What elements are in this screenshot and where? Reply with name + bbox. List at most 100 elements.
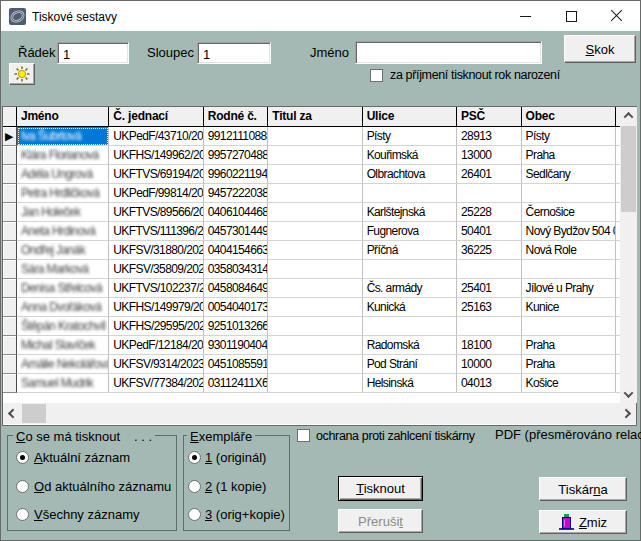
table-row[interactable]: Petra HrdličkováUKPedF/99814/20239457222…	[3, 184, 620, 203]
horizontal-scrollbar[interactable]	[3, 403, 636, 424]
cell-name[interactable]: Štěpán Kratochvíl	[17, 317, 109, 336]
radio-1-original[interactable]	[188, 451, 201, 464]
cell-name[interactable]: Ondřej Janák	[17, 241, 109, 260]
scroll-down-button[interactable]	[620, 386, 637, 403]
cell-name[interactable]: Adéla Ungrová	[17, 165, 109, 184]
cell-rodne[interactable]: 9301190404	[204, 336, 269, 355]
cell-rodne[interactable]: 0457301449	[204, 222, 269, 241]
cell-rodne[interactable]: 9457222038	[204, 184, 269, 203]
table-row[interactable]: Anna DvořákováUKFHS/149979/2023005404017…	[3, 298, 620, 317]
scroll-up-button[interactable]	[620, 107, 637, 124]
row-selector[interactable]	[3, 355, 17, 374]
tiskarna-button[interactable]: Tiskárna	[539, 477, 627, 501]
cell-obec[interactable]	[522, 184, 616, 203]
cell-titul[interactable]	[268, 241, 362, 260]
horizontal-scroll-thumb[interactable]	[22, 404, 46, 423]
cell-psc[interactable]: 13000	[457, 146, 522, 165]
cell-ulice[interactable]	[363, 260, 457, 279]
cell-psc[interactable]: 50401	[457, 222, 522, 241]
cell-name[interactable]: Anna Dvořáková	[17, 298, 109, 317]
scroll-left-button[interactable]	[3, 403, 20, 424]
cell-name[interactable]: Petra Hrdličková	[17, 184, 109, 203]
header-ulice[interactable]: Ulice	[363, 107, 457, 126]
table-row[interactable]: Aneta HrdinováUKFTVS/111396/202304573014…	[3, 222, 620, 241]
close-button[interactable]	[594, 1, 640, 31]
row-selector[interactable]	[3, 260, 17, 279]
header-c-jednaci[interactable]: Č. jednací	[109, 107, 203, 126]
cell-psc[interactable]: 25163	[457, 298, 522, 317]
table-row[interactable]: Štěpán KratochvílUKFHS/29595/20239251013…	[3, 317, 620, 336]
cell-rodne[interactable]: 03112411X6	[204, 374, 269, 393]
cell-name[interactable]: Aneta Hrdinová	[17, 222, 109, 241]
cell-obec[interactable]	[522, 260, 616, 279]
cell-titul[interactable]	[268, 222, 362, 241]
cell-psc[interactable]: 25228	[457, 203, 522, 222]
cell-ulice[interactable]: Helsinská	[363, 374, 457, 393]
table-row[interactable]: Adéla UngrováUKFTVS/69194/20239960221194…	[3, 165, 620, 184]
cell-obec[interactable]: Černošice	[522, 203, 616, 222]
prerusit-button[interactable]: Přerušit	[338, 509, 423, 533]
scroll-right-button[interactable]	[619, 403, 636, 424]
tisknout-button[interactable]: Tisknout	[338, 476, 423, 501]
maximize-button[interactable]	[548, 1, 594, 31]
cell-name[interactable]: Sára Marková	[17, 260, 109, 279]
header-psc[interactable]: PSČ	[457, 107, 522, 126]
cell-psc[interactable]: 18100	[457, 336, 522, 355]
cell-name[interactable]: Denisa Střelcová	[17, 279, 109, 298]
cell-cj[interactable]: UKPedF/12184/2023	[109, 336, 203, 355]
row-selector[interactable]	[3, 146, 17, 165]
row-selector[interactable]	[3, 184, 17, 203]
cell-psc[interactable]: 04013	[457, 374, 522, 393]
cell-titul[interactable]	[268, 165, 362, 184]
cell-name[interactable]: Amálie Nekolářová	[17, 355, 109, 374]
cell-titul[interactable]	[268, 336, 362, 355]
cell-cj[interactable]: UKFHS/149962/2023	[109, 146, 203, 165]
cell-rodne[interactable]: 0404154663	[204, 241, 269, 260]
header-rodne-c[interactable]: Rodné č.	[204, 107, 269, 126]
radio-3-orig-kopie[interactable]	[188, 508, 201, 521]
cell-obec[interactable]: Jílové u Prahy	[522, 279, 616, 298]
cell-cj[interactable]: UKFSV/35809/2023	[109, 260, 203, 279]
cell-ulice[interactable]: Karlštejnská	[363, 203, 457, 222]
cell-name[interactable]: Jan Holeček	[17, 203, 109, 222]
cell-obec[interactable]: Praha	[522, 336, 616, 355]
cell-titul[interactable]	[268, 260, 362, 279]
cell-ulice[interactable]: Čs. armády	[363, 279, 457, 298]
row-selector[interactable]	[3, 298, 17, 317]
cell-psc[interactable]: 25401	[457, 279, 522, 298]
cell-titul[interactable]	[268, 146, 362, 165]
table-row[interactable]: Samuel MudrikUKFSV/77384/202303112411X6H…	[3, 374, 620, 393]
cell-obec[interactable]: Praha	[522, 146, 616, 165]
cell-ulice[interactable]: Kouřimská	[363, 146, 457, 165]
row-selector[interactable]	[3, 279, 17, 298]
cell-ulice[interactable]: Příčná	[363, 241, 457, 260]
cell-psc[interactable]: 26401	[457, 165, 522, 184]
row-selector[interactable]	[3, 336, 17, 355]
cell-rodne[interactable]: 0054040173	[204, 298, 269, 317]
zmiz-button[interactable]: Zmiz	[539, 510, 627, 534]
cell-psc[interactable]	[457, 184, 522, 203]
cell-titul[interactable]	[268, 317, 362, 336]
header-jmeno[interactable]: Jméno	[17, 107, 109, 126]
cell-rodne[interactable]: 0406104468	[204, 203, 269, 222]
table-row[interactable]: Denisa StřelcováUKFTVS/102237/2023045808…	[3, 279, 620, 298]
cell-cj[interactable]: UKFTVS/89566/2023	[109, 203, 203, 222]
cell-ulice[interactable]: Radomská	[363, 336, 457, 355]
cell-name[interactable]: Michal Slavíček	[17, 336, 109, 355]
cell-obec[interactable]	[522, 317, 616, 336]
table-row[interactable]: Amálie NekolářováUKFSV/9314/2023-0451085…	[3, 355, 620, 374]
row-selector[interactable]	[3, 317, 17, 336]
cell-cj[interactable]: UKFTVS/69194/2023	[109, 165, 203, 184]
cell-ulice[interactable]: Písty	[363, 127, 457, 146]
radio-aktualni-zaznam[interactable]	[16, 451, 29, 464]
cell-cj[interactable]: UKFSV/31880/2023	[109, 241, 203, 260]
cell-obec[interactable]: Košice	[522, 374, 616, 393]
cell-titul[interactable]	[268, 279, 362, 298]
cell-titul[interactable]	[268, 203, 362, 222]
name-input[interactable]	[355, 41, 542, 64]
cell-obec[interactable]: Sedlčany	[522, 165, 616, 184]
cell-psc[interactable]: 10000	[457, 355, 522, 374]
cell-titul[interactable]	[268, 374, 362, 393]
table-row[interactable]: Ondřej JanákUKFSV/31880/20230404154663 Př…	[3, 241, 620, 260]
cell-rodne[interactable]: 9251013266	[204, 317, 269, 336]
